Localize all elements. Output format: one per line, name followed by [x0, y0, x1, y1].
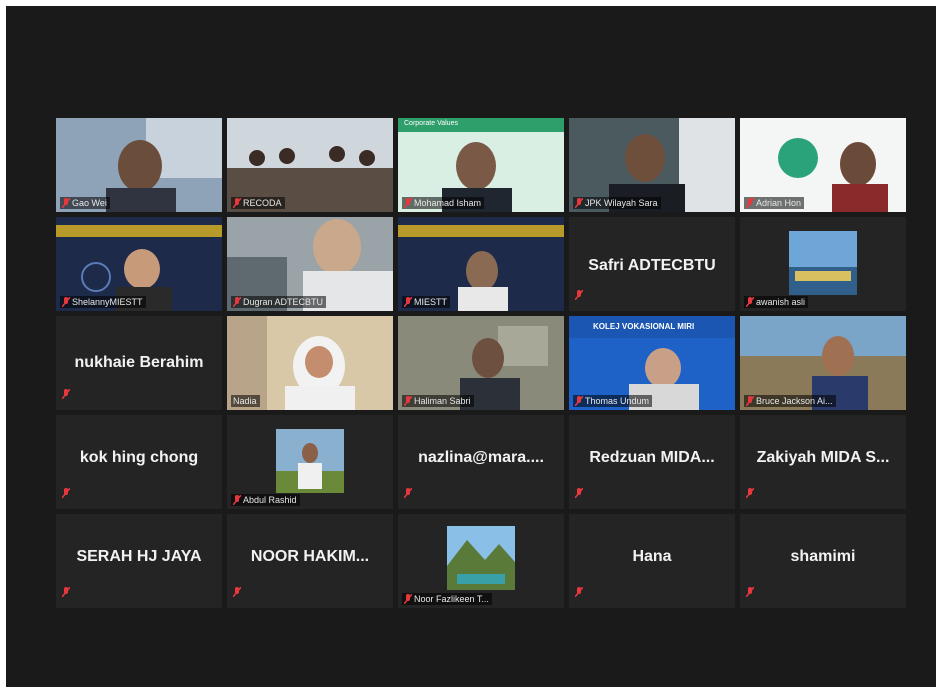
mic-muted-icon	[61, 584, 71, 602]
mic-muted-icon	[403, 485, 413, 503]
participant-tile[interactable]: awanish asli	[740, 217, 906, 311]
participant-label: Thomas Undum	[573, 395, 653, 407]
participant-label: Adrian Hon	[744, 197, 805, 209]
mic-muted-icon	[233, 495, 241, 505]
meeting-window: Gao Wei RECODA Corporate Values Mohamad …	[6, 6, 936, 687]
profile-picture	[276, 429, 344, 493]
participant-name: NOOR HAKIM...	[250, 548, 370, 565]
mic-muted-icon	[404, 297, 412, 307]
mic-muted-icon	[574, 584, 584, 602]
participant-tile[interactable]: NOOR HAKIM...	[227, 514, 393, 608]
slide-text: KOLEJ VOKASIONAL MIRI	[593, 322, 695, 331]
participant-tile[interactable]: shamimi	[740, 514, 906, 608]
participant-tile[interactable]: SERAH HJ JAYA	[56, 514, 222, 608]
participant-tile[interactable]: Haliman Sabri	[398, 316, 564, 410]
mic-muted-icon	[746, 297, 754, 307]
mic-muted-icon	[404, 396, 412, 406]
participant-tile[interactable]: Zakiyah MIDA S...	[740, 415, 906, 509]
mic-muted-icon	[61, 485, 71, 503]
participant-name: nazlina@mara....	[418, 449, 544, 466]
mic-muted-icon	[62, 198, 70, 208]
participant-label: Dugran ADTECBTU	[231, 296, 327, 308]
participant-tile[interactable]: nukhaie Berahim	[56, 316, 222, 410]
participant-name: shamimi	[790, 548, 856, 565]
slide-text: Corporate Values	[404, 120, 458, 127]
participant-tile[interactable]: Adrian Hon	[740, 118, 906, 212]
participant-tile[interactable]: Redzuan MIDA...	[569, 415, 735, 509]
participant-name: SERAH HJ JAYA	[76, 548, 202, 565]
participant-tile[interactable]: Nadia	[227, 316, 393, 410]
mic-muted-icon	[746, 198, 754, 208]
participant-tile[interactable]: Noor Fazlikeen T...	[398, 514, 564, 608]
participant-tile[interactable]: Safri ADTECBTU	[569, 217, 735, 311]
mic-muted-icon	[745, 485, 755, 503]
participant-name: Safri ADTECBTU	[588, 257, 716, 274]
participant-tile-active-speaker[interactable]: ShelannyMIESTT	[56, 217, 222, 311]
mic-muted-icon	[574, 287, 584, 305]
participant-label: awanish asli	[744, 296, 809, 308]
participant-label: Nadia	[231, 395, 260, 407]
participant-tile[interactable]: Corporate Values Mohamad Isham	[398, 118, 564, 212]
participant-tile[interactable]: Bruce Jackson Ai...	[740, 316, 906, 410]
participant-label: Mohamad Isham	[402, 197, 485, 209]
participant-label: Gao Wei	[60, 197, 110, 209]
participant-name: Hana	[632, 548, 672, 565]
participant-label: Haliman Sabri	[402, 395, 474, 407]
mic-muted-icon	[745, 584, 755, 602]
mic-muted-icon	[404, 594, 412, 604]
participant-tile[interactable]: Abdul Rashid	[227, 415, 393, 509]
participant-name: kok hing chong	[79, 449, 199, 466]
participant-name: Zakiyah MIDA S...	[756, 449, 890, 466]
participant-tile[interactable]: kok hing chong	[56, 415, 222, 509]
participant-name: Redzuan MIDA...	[589, 449, 715, 466]
participant-label: Bruce Jackson Ai...	[744, 395, 836, 407]
participant-label: JPK Wilayah Sara	[573, 197, 661, 209]
mic-muted-icon	[404, 198, 412, 208]
mic-muted-icon	[574, 485, 584, 503]
participant-label: Noor Fazlikeen T...	[402, 593, 492, 605]
participant-tile[interactable]: MIESTT	[398, 217, 564, 311]
participant-label: ShelannyMIESTT	[60, 296, 146, 308]
profile-picture	[789, 231, 857, 295]
participant-label: RECODA	[231, 197, 285, 209]
participant-name: nukhaie Berahim	[74, 354, 204, 371]
mic-muted-icon	[62, 297, 70, 307]
mic-muted-icon	[746, 396, 754, 406]
participant-tile[interactable]: JPK Wilayah Sara	[569, 118, 735, 212]
participant-tile[interactable]: Gao Wei	[56, 118, 222, 212]
mic-muted-icon	[61, 386, 71, 404]
mic-muted-icon	[575, 198, 583, 208]
participant-label: Abdul Rashid	[231, 494, 300, 506]
mic-muted-icon	[575, 396, 583, 406]
profile-picture	[447, 526, 515, 590]
participant-tile[interactable]: Dugran ADTECBTU	[227, 217, 393, 311]
participant-tile[interactable]: nazlina@mara....	[398, 415, 564, 509]
mic-muted-icon	[233, 297, 241, 307]
mic-muted-icon	[233, 198, 241, 208]
mic-muted-icon	[232, 584, 242, 602]
participant-tile[interactable]: KOLEJ VOKASIONAL MIRI Thomas Undum	[569, 316, 735, 410]
participant-label: MIESTT	[402, 296, 450, 308]
participant-tile[interactable]: Hana	[569, 514, 735, 608]
participant-tile[interactable]: RECODA	[227, 118, 393, 212]
